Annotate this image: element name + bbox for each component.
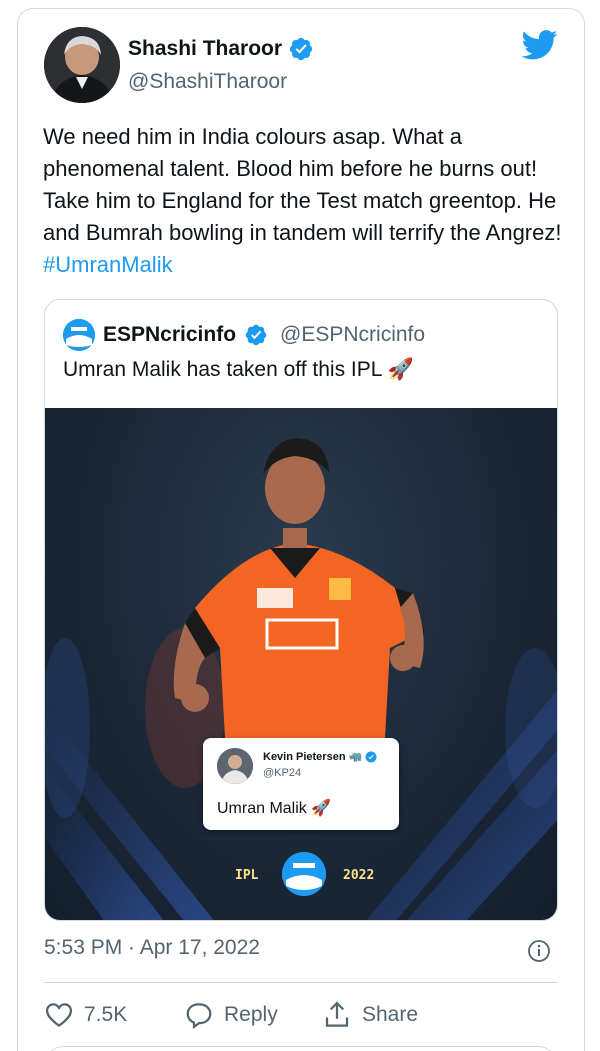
quote-media-image[interactable]: Kevin Pietersen 🦏 @KP24 Umran Malik 🚀 IP…: [45, 408, 557, 920]
heart-icon: [45, 1003, 73, 1028]
like-button[interactable]: 7.5K: [44, 1000, 127, 1030]
quote-header: ESPNcricinfo @ESPNcricinfo: [63, 319, 425, 351]
share-button[interactable]: Share: [322, 1000, 418, 1030]
like-count: 7.5K: [84, 1003, 128, 1026]
reply-bubble-icon: [186, 1003, 212, 1030]
verified-badge-icon: [245, 324, 267, 346]
share-label: Share: [362, 1003, 419, 1026]
embedded-author-name: Kevin Pietersen: [263, 750, 346, 763]
quote-text: Umran Malik has taken off this IPL 🚀: [63, 358, 414, 381]
verified-badge-icon: [289, 37, 313, 61]
info-icon[interactable]: [527, 939, 551, 963]
share-icon: [325, 1001, 349, 1027]
brand-footer: IPL 2022: [45, 852, 557, 902]
author-avatar[interactable]: [44, 27, 120, 103]
tweet-body: We need him in India colours asap. What …: [43, 124, 562, 245]
embedded-author-handle: @KP24: [263, 767, 302, 779]
author-block: Shashi Tharoor @ShashiTharoor: [128, 36, 314, 94]
quoted-tweet[interactable]: ESPNcricinfo @ESPNcricinfo Umran Malik h…: [44, 299, 558, 921]
actions-divider: [44, 982, 558, 983]
year-label: 2022: [343, 868, 375, 883]
verified-badge-icon: [365, 751, 377, 762]
quote-author-handle[interactable]: @ESPNcricinfo: [280, 323, 425, 347]
author-handle[interactable]: @ShashiTharoor: [128, 70, 314, 94]
author-name-row[interactable]: Shashi Tharoor: [128, 36, 314, 62]
reply-label: Reply: [224, 1003, 278, 1026]
quote-author-name[interactable]: ESPNcricinfo: [103, 323, 236, 347]
kp-avatar: [217, 748, 253, 784]
tweet-text: We need him in India colours asap. What …: [43, 121, 563, 281]
espncricinfo-avatar[interactable]: [63, 319, 95, 351]
read-replies-button[interactable]: [44, 1046, 558, 1051]
embedded-tweet-card: Kevin Pietersen 🦏 @KP24 Umran Malik 🚀: [203, 738, 399, 830]
twitter-bird-icon[interactable]: [522, 30, 558, 60]
ipl-label: IPL: [235, 868, 259, 883]
embedded-author-row: Kevin Pietersen 🦏: [263, 750, 377, 763]
reply-button[interactable]: Reply: [184, 1000, 278, 1030]
tweet-timestamp[interactable]: 5:53 PM · Apr 17, 2022: [44, 936, 260, 960]
cricket-player-illustration: [45, 438, 557, 920]
embedded-tweet-text: Umran Malik 🚀: [217, 800, 332, 817]
espncricinfo-logo: [282, 852, 326, 896]
rhino-emoji-icon: 🦏: [348, 751, 363, 763]
hashtag-link[interactable]: #UmranMalik: [43, 252, 173, 277]
author-name[interactable]: Shashi Tharoor: [128, 37, 282, 61]
